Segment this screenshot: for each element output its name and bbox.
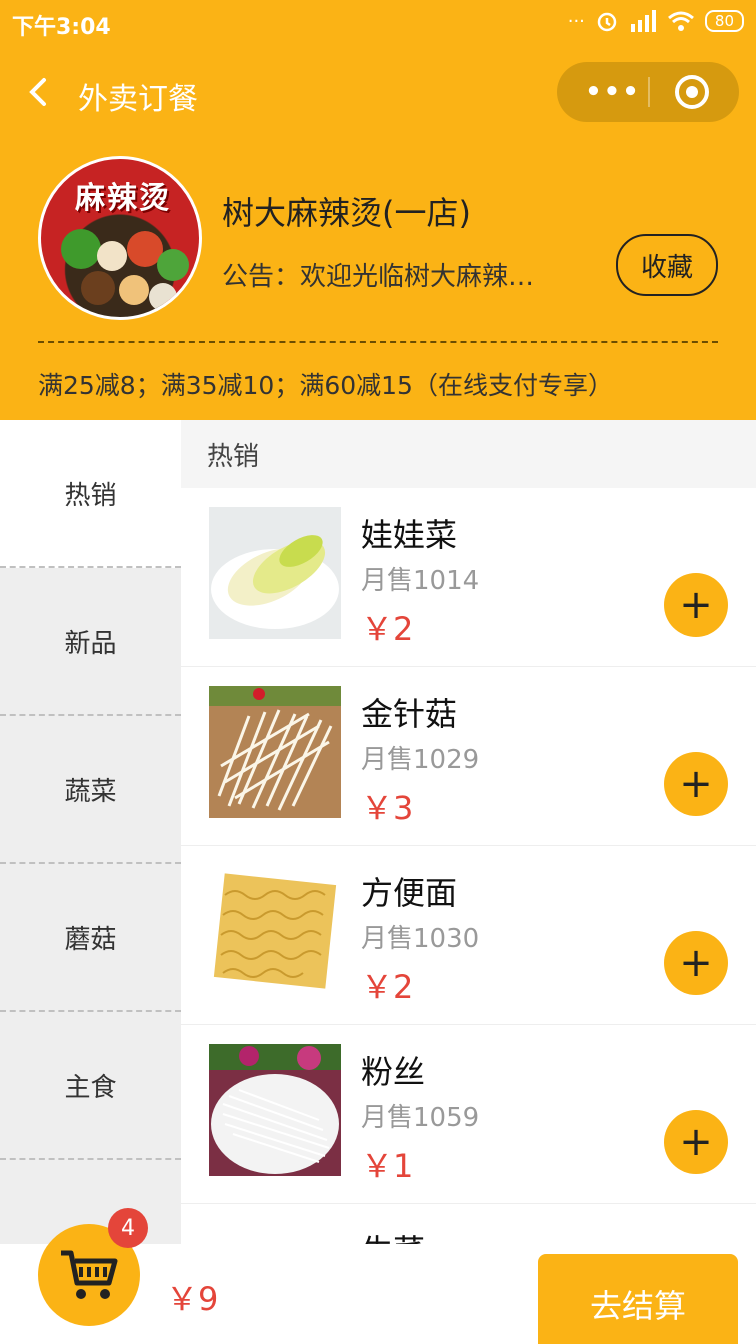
product-image-vermicelli (209, 1044, 341, 1176)
product-sales: 月售1030 (361, 924, 480, 954)
shop-logo-text: 麻辣烫 (75, 181, 171, 216)
product-image-napa-cabbage (209, 507, 341, 639)
cart-bar: 4 ￥9 去结算 (0, 1208, 756, 1344)
battery-icon: 80 (704, 10, 744, 32)
product-sales: 月售1059 (361, 1103, 480, 1133)
capsule-divider (648, 77, 650, 107)
product-item[interactable]: 金针菇 月售1029 ￥3 + (181, 667, 756, 846)
category-hot[interactable]: 热销 (0, 420, 181, 568)
cart-count-badge: 4 (108, 1208, 148, 1248)
status-time: 下午3:04 (12, 15, 111, 40)
favorite-button[interactable]: 收藏 (616, 234, 718, 296)
back-arrow-icon[interactable] (22, 74, 58, 110)
cell-signal-icon (630, 10, 656, 32)
add-to-cart-button[interactable]: + (664, 573, 728, 637)
product-image-enoki (209, 686, 341, 818)
product-name: 生菜 (361, 1226, 425, 1244)
wifi-icon (667, 11, 694, 31)
category-mushrooms[interactable]: 蘑菇 (0, 864, 181, 1012)
cart-icon (61, 1250, 118, 1299)
product-sales: 月售1014 (361, 566, 480, 596)
product-item[interactable]: 生菜 (181, 1204, 756, 1244)
product-list: 热销 娃娃菜 月售1014 ￥2 + 金针菇 月售1029 ￥3 + 方便面 月… (181, 420, 756, 1244)
status-icons: ··· 80 (568, 9, 744, 33)
miniprogram-capsule: ••• (557, 62, 739, 122)
product-name: 娃娃菜 (361, 516, 458, 554)
nav-bar: 外卖订餐 ••• (0, 48, 756, 144)
add-to-cart-button[interactable]: + (664, 931, 728, 995)
product-price: ￥2 (361, 610, 414, 648)
more-menu-button[interactable]: ••• (581, 62, 645, 122)
category-staples[interactable]: 主食 (0, 1012, 181, 1160)
page-title: 外卖订餐 (78, 82, 198, 117)
category-vegetables[interactable]: 蔬菜 (0, 716, 181, 864)
cart-total: ￥9 (166, 1280, 219, 1318)
status-bar: 下午3:04 ··· 80 (0, 0, 756, 48)
alarm-icon (597, 12, 617, 32)
product-name: 粉丝 (361, 1053, 426, 1091)
product-price: ￥1 (361, 1147, 414, 1185)
shop-header: 麻辣烫 树大麻辣烫(一店) 公告：欢迎光临树大麻辣… 收藏 满25减8；满35减… (0, 144, 756, 420)
product-name: 金针菇 (361, 695, 458, 733)
product-name: 方便面 (361, 874, 458, 912)
close-miniprogram-icon[interactable] (675, 75, 709, 109)
promo-text: 满25减8；满35减10；满60减15（在线支付专享） (38, 371, 613, 400)
section-title: 热销 (181, 420, 756, 488)
product-price: ￥3 (361, 789, 414, 827)
product-price: ￥2 (361, 968, 414, 1006)
add-to-cart-button[interactable]: + (664, 752, 728, 816)
product-image-instant-noodles (209, 865, 341, 997)
checkout-button[interactable]: 去结算 (538, 1254, 738, 1344)
shop-logo: 麻辣烫 (38, 156, 202, 320)
category-sidebar: 热销 新品 蔬菜 蘑菇 主食 (0, 420, 181, 1244)
product-item[interactable]: 方便面 月售1030 ￥2 + (181, 846, 756, 1025)
product-item[interactable]: 娃娃菜 月售1014 ￥2 + (181, 488, 756, 667)
shop-notice: 公告：欢迎光临树大麻辣… (222, 262, 535, 292)
add-to-cart-button[interactable]: + (664, 1110, 728, 1174)
product-item[interactable]: 粉丝 月售1059 ￥1 + (181, 1025, 756, 1204)
signal-dots-icon: ··· (567, 10, 585, 32)
shop-name: 树大麻辣烫(一店) (222, 194, 471, 232)
product-sales: 月售1029 (361, 745, 480, 775)
category-new[interactable]: 新品 (0, 568, 181, 716)
divider (38, 341, 718, 343)
